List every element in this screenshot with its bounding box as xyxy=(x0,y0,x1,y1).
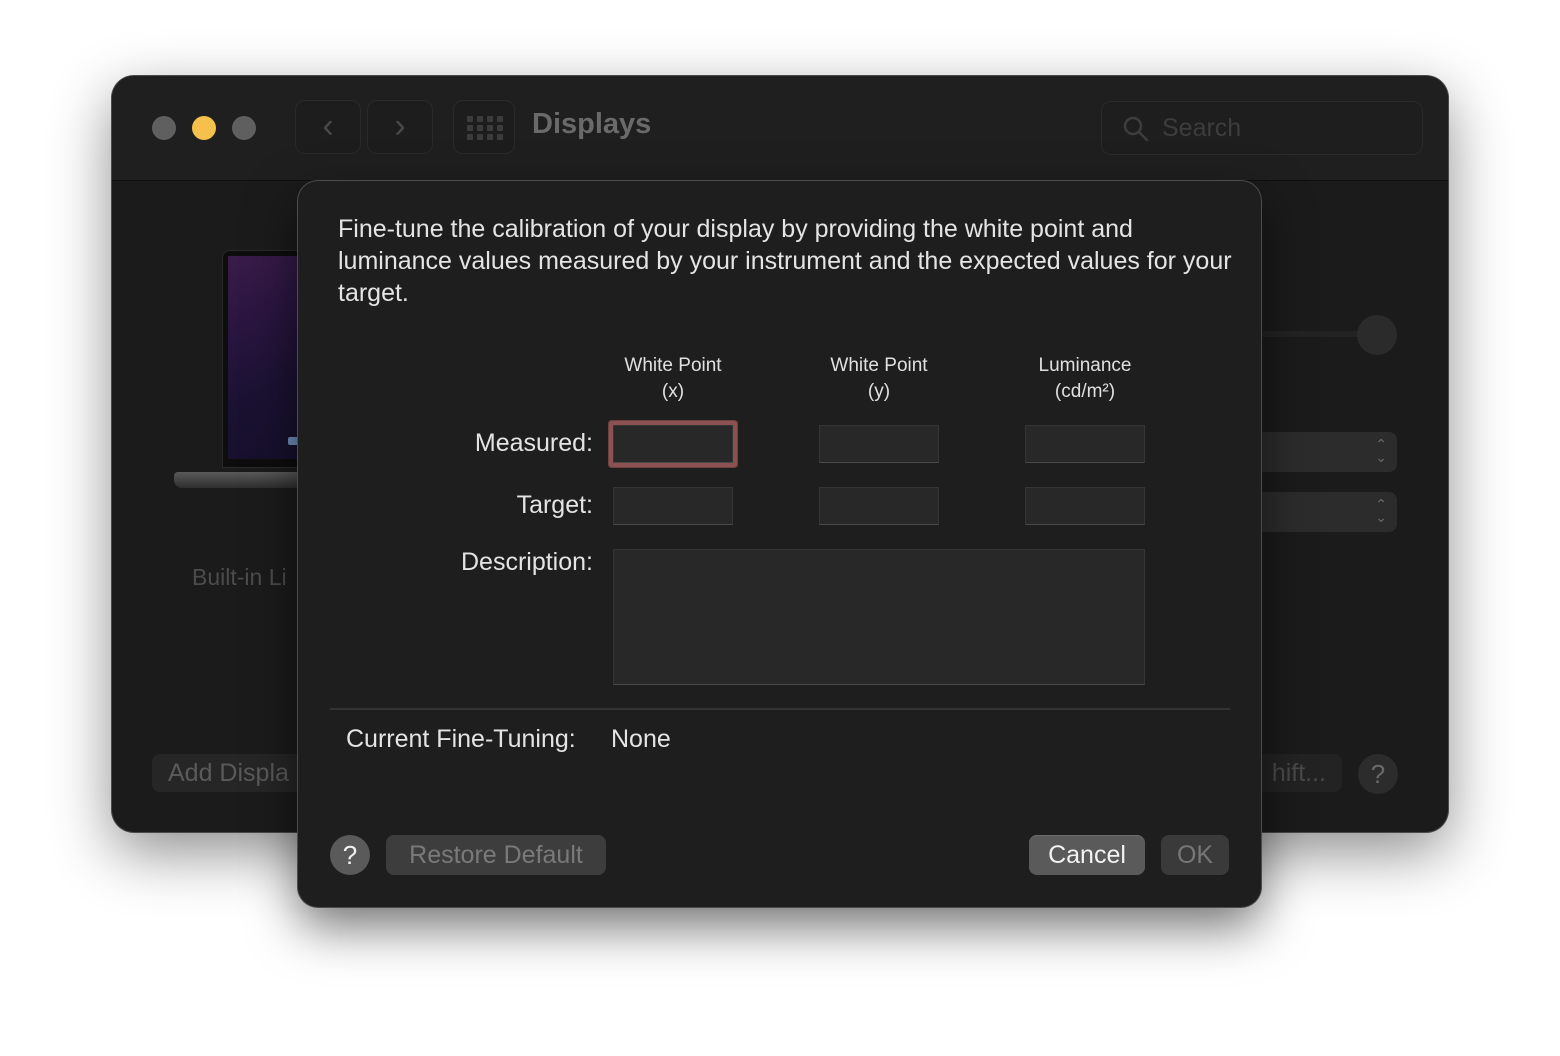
search-field[interactable]: Search xyxy=(1101,101,1423,155)
restore-default-button[interactable]: Restore Default xyxy=(386,835,606,875)
updown-chevron-icon: ⌃ ⌄ xyxy=(1375,436,1387,465)
help-button[interactable]: ? xyxy=(330,835,370,875)
target-white-point-y-input[interactable] xyxy=(819,487,939,525)
updown-chevron-icon: ⌃ ⌄ xyxy=(1375,496,1387,525)
measured-luminance-input[interactable] xyxy=(1025,425,1145,463)
current-fine-tuning-label: Current Fine-Tuning: xyxy=(346,725,576,753)
window-toolbar: ‹ › Displays Search xyxy=(112,76,1448,181)
search-icon xyxy=(1123,116,1149,142)
measured-label: Measured: xyxy=(474,429,593,457)
target-white-point-x-input[interactable] xyxy=(613,487,733,525)
ok-button[interactable]: OK xyxy=(1161,835,1229,875)
cancel-button[interactable]: Cancel xyxy=(1029,835,1145,875)
zoom-window-button[interactable] xyxy=(232,116,256,140)
grid-icon xyxy=(467,116,503,140)
column-header-luminance: Luminance (cd/m²) xyxy=(1005,353,1165,405)
chevron-left-icon: ‹ xyxy=(322,107,334,145)
forward-button[interactable]: › xyxy=(367,100,433,154)
minimize-window-button[interactable] xyxy=(192,116,216,140)
description-textarea[interactable] xyxy=(613,549,1145,685)
measured-white-point-y-input[interactable] xyxy=(819,425,939,463)
column-header-line1: White Point xyxy=(830,355,928,376)
search-placeholder: Search xyxy=(1162,114,1242,142)
current-fine-tuning-value: None xyxy=(611,725,671,753)
description-label: Description: xyxy=(461,548,593,576)
close-window-button[interactable] xyxy=(152,116,176,140)
target-luminance-input[interactable] xyxy=(1025,487,1145,525)
show-all-button[interactable] xyxy=(453,100,515,154)
measured-white-point-x-input[interactable] xyxy=(613,425,733,463)
fine-tune-calibration-sheet: Fine-tune the calibration of your displa… xyxy=(298,181,1261,907)
column-header-line2: (y) xyxy=(867,381,891,402)
intro-text: Fine-tune the calibration of your displa… xyxy=(338,215,1232,307)
window-title: Displays xyxy=(532,108,652,140)
divider xyxy=(330,708,1230,710)
column-header-line2: (cd/m²) xyxy=(1054,381,1116,402)
column-header-line2: (x) xyxy=(661,381,685,402)
display-name-label: Built-in Li xyxy=(192,564,287,590)
back-button[interactable]: ‹ xyxy=(295,100,361,154)
window-help-button[interactable]: ? xyxy=(1358,754,1398,794)
chevron-right-icon: › xyxy=(394,107,406,145)
brightness-slider-knob[interactable] xyxy=(1357,315,1397,355)
target-label: Target: xyxy=(516,491,593,519)
column-header-line1: Luminance xyxy=(1038,355,1132,376)
column-header-white-point-y: White Point (y) xyxy=(799,353,959,405)
column-header-white-point-x: White Point (x) xyxy=(593,353,753,405)
column-header-line1: White Point xyxy=(624,355,722,376)
